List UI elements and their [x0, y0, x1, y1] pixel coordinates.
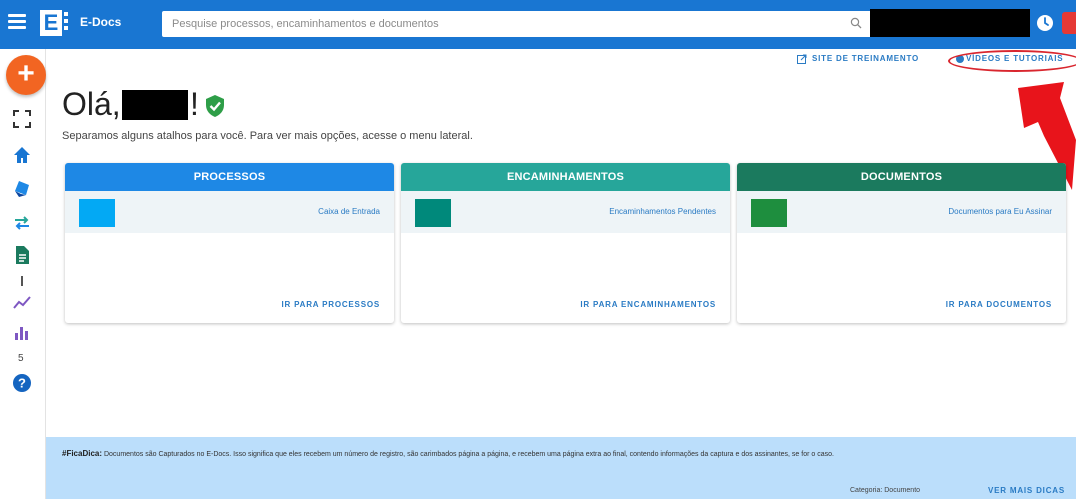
document-icon[interactable]	[11, 244, 33, 266]
tip-bar: #FicaDica: Documentos são Capturados no …	[46, 437, 1076, 499]
tip-category: Categoria: Documento	[850, 487, 921, 494]
see-more-tips-link[interactable]: VER MAIS DICAS	[988, 486, 1065, 495]
forward-icon[interactable]	[11, 212, 33, 234]
greeting-suffix: !	[190, 86, 199, 122]
card-documentos: DOCUMENTOS Documentos para Eu Assinar IR…	[737, 163, 1066, 323]
chart-line-icon[interactable]	[11, 291, 33, 313]
external-link-icon	[797, 54, 807, 64]
go-to-documentos-link[interactable]: IR PARA DOCUMENTOS	[946, 300, 1052, 309]
exit-icon[interactable]	[1062, 12, 1076, 34]
user-menu-redacted[interactable]	[870, 9, 1030, 37]
top-bar: E E-Docs	[0, 0, 1076, 49]
card-shortcut-row[interactable]: Caixa de Entrada	[65, 191, 394, 233]
card-header[interactable]: DOCUMENTOS	[737, 163, 1066, 191]
card-swatch	[751, 199, 787, 227]
card-processos: PROCESSOS Caixa de Entrada IR PARA PROCE…	[65, 163, 394, 323]
search-icon[interactable]	[850, 17, 862, 29]
tip-label: #FicaDica:	[62, 449, 103, 458]
user-name-redacted	[122, 90, 188, 120]
history-icon[interactable]	[1035, 13, 1055, 33]
card-swatch	[415, 199, 451, 227]
card-header[interactable]: PROCESSOS	[65, 163, 394, 191]
rail-separator	[21, 276, 23, 286]
inbox-icon[interactable]	[11, 177, 33, 199]
search-box	[162, 11, 876, 37]
app-name[interactable]: E-Docs	[80, 15, 121, 29]
top-links: SITE DE TREINAMENTO VÍDEOS E TUTORIAIS	[0, 49, 1076, 71]
card-row-label[interactable]: Caixa de Entrada	[318, 207, 380, 216]
home-icon[interactable]	[11, 144, 33, 166]
bar-chart-icon[interactable]	[11, 321, 33, 343]
fullscreen-icon[interactable]	[11, 108, 33, 130]
card-header[interactable]: ENCAMINHAMENTOS	[401, 163, 730, 191]
search-input[interactable]	[162, 11, 822, 37]
tip-body: Documentos são Capturados no E-Docs. Iss…	[103, 451, 834, 458]
menu-icon[interactable]	[8, 14, 26, 30]
logo-dots	[64, 12, 68, 34]
card-encaminhamentos: ENCAMINHAMENTOS Encaminhamentos Pendente…	[401, 163, 730, 323]
highlight-ellipse	[948, 50, 1076, 72]
verified-shield-icon	[206, 95, 224, 117]
tip-text-block: #FicaDica: Documentos são Capturados no …	[62, 447, 1052, 461]
go-to-processos-link[interactable]: IR PARA PROCESSOS	[281, 300, 380, 309]
rail-badge-number: 5	[18, 353, 24, 364]
training-site-link[interactable]: SITE DE TREINAMENTO	[812, 54, 919, 63]
help-icon[interactable]: ?	[11, 372, 33, 394]
app-logo[interactable]: E	[40, 10, 62, 36]
go-to-encaminhamentos-link[interactable]: IR PARA ENCAMINHAMENTOS	[580, 300, 716, 309]
card-swatch	[79, 199, 115, 227]
svg-text:?: ?	[18, 376, 26, 391]
card-shortcut-row[interactable]: Encaminhamentos Pendentes	[401, 191, 730, 233]
card-row-label[interactable]: Encaminhamentos Pendentes	[609, 207, 716, 216]
card-row-label[interactable]: Documentos para Eu Assinar	[948, 207, 1052, 216]
card-shortcut-row[interactable]: Documentos para Eu Assinar	[737, 191, 1066, 233]
greeting-hello: Olá,	[62, 86, 121, 122]
greeting-subtitle: Separamos alguns atalhos para você. Para…	[62, 130, 473, 142]
